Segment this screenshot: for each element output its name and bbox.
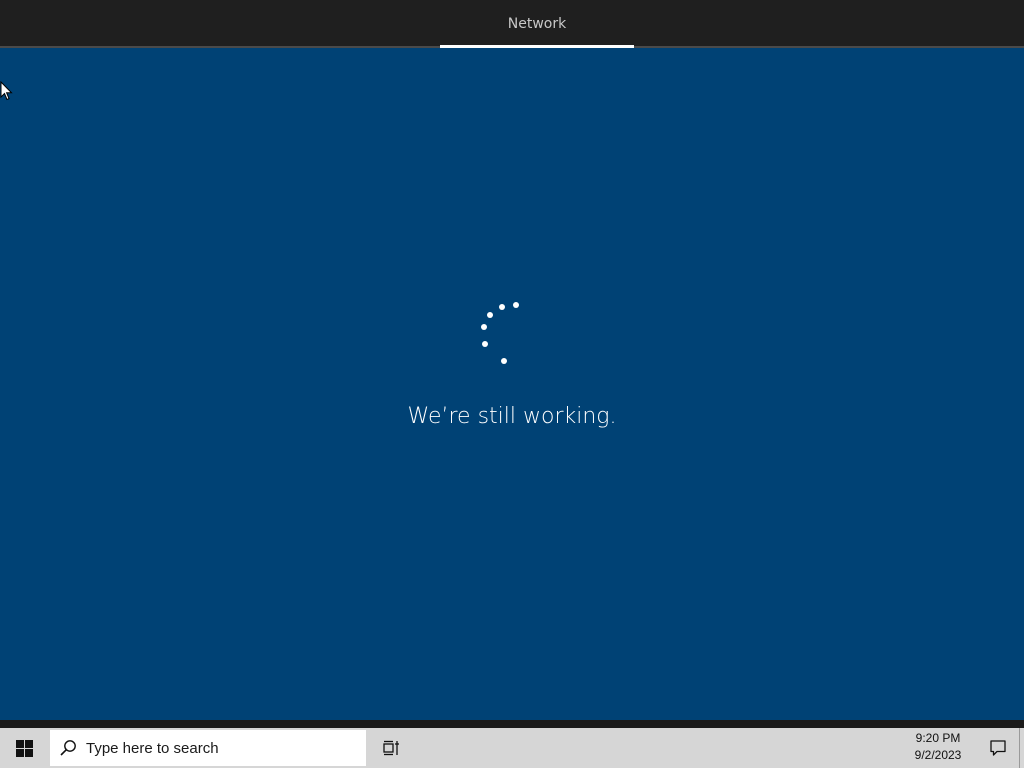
- oobe-content-area: [0, 48, 1024, 720]
- show-desktop-button[interactable]: [1019, 728, 1024, 768]
- loading-spinner-icon: [470, 290, 530, 370]
- action-center-icon: [990, 740, 1006, 756]
- spinner-dot: [482, 341, 488, 347]
- spinner-dot: [481, 324, 487, 330]
- task-view-button[interactable]: [370, 728, 414, 768]
- taskbar-top-edge: [0, 720, 1024, 728]
- taskbar: Type here to search 9:20 PM 9/2/2023: [0, 728, 1024, 768]
- search-placeholder: Type here to search: [86, 739, 219, 757]
- system-clock[interactable]: 9:20 PM 9/2/2023: [896, 730, 980, 766]
- spinner-dot: [487, 312, 493, 318]
- action-center-button[interactable]: [976, 728, 1020, 768]
- start-button[interactable]: [0, 728, 48, 768]
- spinner-dot: [499, 304, 505, 310]
- oobe-header: Network: [0, 0, 1024, 48]
- search-input[interactable]: Type here to search: [50, 730, 366, 766]
- mouse-pointer-icon: [0, 81, 13, 101]
- spinner-dot: [501, 358, 507, 364]
- task-view-icon: [383, 740, 399, 756]
- search-icon: [50, 730, 86, 766]
- spinner-dot: [513, 302, 519, 308]
- status-message: We’re still working.: [407, 404, 617, 429]
- clock-date: 9/2/2023: [914, 748, 962, 762]
- tab-network: Network: [507, 16, 567, 32]
- clock-time: 9:20 PM: [915, 731, 961, 745]
- windows-logo-icon: [15, 739, 33, 757]
